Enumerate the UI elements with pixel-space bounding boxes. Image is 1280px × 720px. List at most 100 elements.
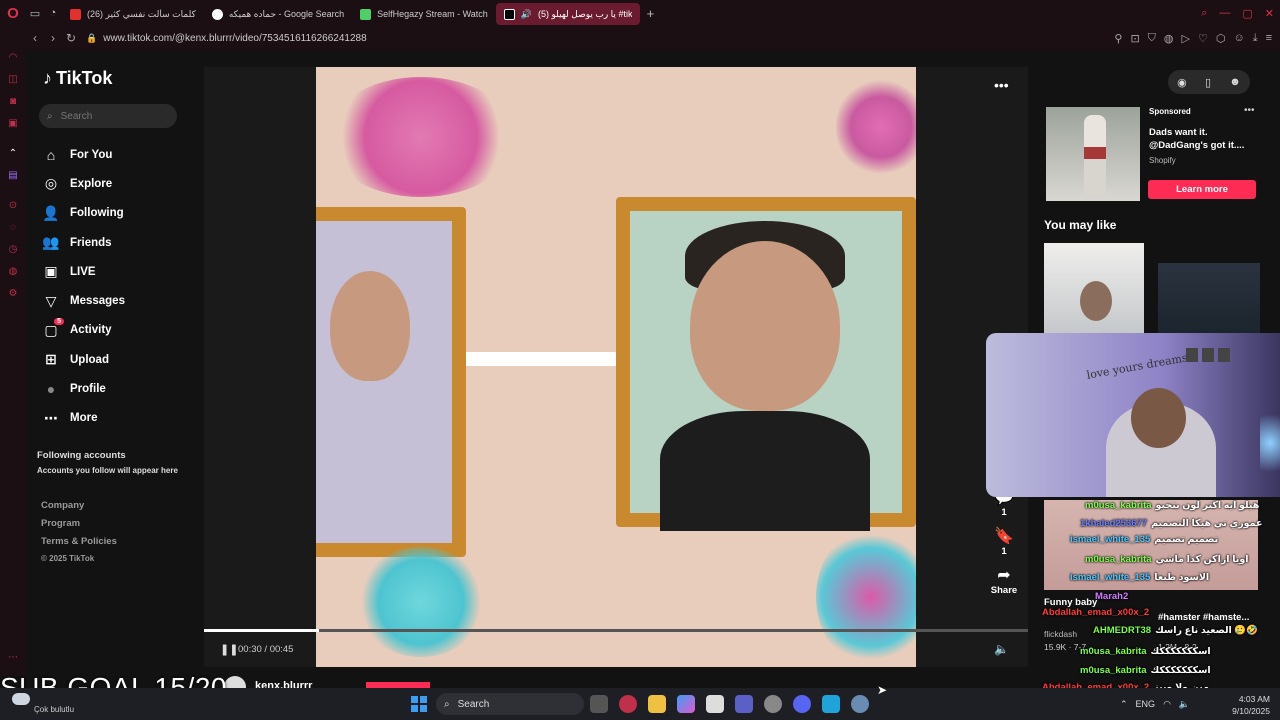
twitch-sidebar-icon[interactable]: ▤ [0, 164, 26, 186]
search-box[interactable]: ⌕ [39, 104, 177, 128]
device-icon[interactable]: ▯ [1205, 76, 1211, 89]
menu-icon[interactable]: ≡ [1266, 32, 1272, 44]
settings-icon[interactable]: ⚙ [0, 282, 26, 304]
speaker-icon[interactable]: 🔊 [521, 9, 532, 20]
nav-item-friends[interactable]: 👥 Friends [42, 228, 125, 257]
download-icon[interactable]: ⤓ [1253, 32, 1258, 45]
more-side-icon[interactable]: ⋯ [0, 646, 26, 668]
player-icon[interactable]: ⊙ [0, 194, 26, 216]
pin-icon[interactable]: ⚲ [1114, 32, 1122, 45]
nav-label: Activity [70, 324, 112, 337]
snapshot-icon[interactable]: ⊡ [1130, 32, 1139, 45]
more-options-icon[interactable]: ••• [994, 77, 1009, 93]
chat-username: ismael_white_135 [1070, 572, 1151, 583]
footer-link-company[interactable]: Company [41, 500, 117, 518]
share-button[interactable]: ➦ Share [984, 565, 1024, 596]
back-icon[interactable]: ‹ [26, 31, 44, 45]
fiverr-icon[interactable] [822, 695, 840, 713]
downloads-side-icon[interactable]: ◍ [0, 260, 26, 282]
nav-item-messages[interactable]: ▽ Messages [42, 286, 125, 315]
new-tab-button[interactable]: + [640, 6, 660, 21]
nav-item-explore[interactable]: ◎ Explore [42, 169, 125, 198]
forward-icon[interactable]: › [44, 31, 62, 45]
tab-youtube[interactable]: (26) كلمات سألت نفسي كثير [62, 3, 204, 25]
nav-item-more[interactable]: ⋯ More [42, 404, 125, 433]
user-avatar-icon[interactable]: ☻ [1229, 76, 1241, 88]
discord-icon[interactable] [793, 695, 811, 713]
footer-link-terms[interactable]: Terms & Policies [41, 536, 117, 554]
bag-icon[interactable]: ◫ [0, 68, 26, 90]
url-field[interactable]: 🔒 www.tiktok.com/@kenx.blurrr/video/7534… [86, 33, 367, 44]
shield-icon[interactable]: ⛉ [1148, 32, 1156, 45]
taskbar-search[interactable]: ⌕ Search [436, 693, 584, 715]
pinboard-icon[interactable]: ◌ [0, 216, 26, 238]
nav-item-live[interactable]: ▣ LIVE [42, 257, 125, 286]
url-text: www.tiktok.com/@kenx.blurrr/video/753451… [103, 32, 367, 44]
cloud-icon[interactable] [12, 693, 30, 705]
close-icon[interactable]: ✕ [1265, 7, 1274, 20]
history-side-icon[interactable]: ◷ [0, 238, 26, 260]
play-icon[interactable]: ▷ [1182, 32, 1190, 45]
nav-item-profile[interactable]: ● Profile [42, 374, 125, 403]
search-input[interactable] [60, 110, 161, 122]
pause-icon[interactable]: ❚❚ [220, 643, 238, 656]
wall-frames [1186, 348, 1236, 378]
aria-icon[interactable]: ◠ [0, 46, 26, 68]
store-icon[interactable] [706, 695, 724, 713]
clock[interactable]: 4:03 AM 9/10/2025 [1228, 693, 1270, 717]
ad-title[interactable]: Dads want it. @DadGang's got it.... [1149, 126, 1257, 152]
nav-item-activity[interactable]: ▢ 5 Activity [42, 316, 125, 345]
copilot-icon[interactable] [677, 695, 695, 713]
opera-logo-icon[interactable]: O [0, 0, 26, 26]
footer-link-program[interactable]: Program [41, 518, 117, 536]
learn-more-button[interactable]: Learn more [1148, 180, 1256, 199]
vpn-icon[interactable]: ◍ [1164, 32, 1174, 45]
video-player[interactable]: ••• 💬 1 🔖 1 ➦ Share ❚❚ 00:30 / 00:45 🔈 [204, 67, 1028, 667]
ad-thumbnail[interactable] [1046, 107, 1140, 201]
ad-more-icon[interactable]: ••• [1244, 105, 1255, 116]
coins-icon[interactable]: ◉ [1177, 76, 1187, 89]
bookmark-button[interactable]: 🔖 1 [984, 526, 1024, 557]
tiktok-logo[interactable]: ♪ TikTok [43, 68, 112, 89]
settings-taskbar-icon[interactable] [851, 695, 869, 713]
windows-start-icon[interactable] [411, 696, 427, 712]
teams-icon[interactable] [735, 695, 753, 713]
mouse-cursor: ➤ [877, 683, 888, 697]
history-icon[interactable]: ◔ [44, 0, 62, 26]
volume-tray-icon[interactable]: 🔈 [1179, 699, 1190, 710]
tab-tiktok-active[interactable]: 🔊 (5) يا رب يوصل لهيلو #tik [495, 3, 641, 25]
minimize-icon[interactable]: — [1219, 7, 1230, 19]
address-bar-tools: ⚲ ⊡ ⛉ ◍ ▷ ♡ ⬡ ☺ ⤓ ≡ [1114, 26, 1272, 50]
nav-item-following[interactable]: 👤 Following [42, 199, 125, 228]
extensions-icon[interactable]: ⬡ [1216, 32, 1226, 45]
recommend-thumb-1[interactable] [1044, 243, 1144, 333]
maximize-icon[interactable]: ▢ [1242, 7, 1252, 20]
search-tabs-icon[interactable]: ⌕ [1201, 7, 1207, 20]
youtube-favicon-icon [70, 8, 81, 20]
instagram-icon[interactable]: ▣ [0, 112, 26, 134]
tab-kick-stream[interactable]: SelfHegazy Stream - Watch [352, 3, 496, 25]
tiktok-sidebar-icon[interactable]: ⌃ [0, 142, 26, 164]
task-view-icon[interactable] [590, 695, 608, 713]
progress-bar[interactable] [204, 629, 1028, 632]
volume-icon[interactable]: 🔈 [994, 642, 1009, 656]
language-indicator[interactable]: ENG [1136, 699, 1156, 709]
heart-icon[interactable]: ♡ [1198, 32, 1208, 45]
messenger-icon[interactable]: ◙ [0, 90, 26, 112]
recommend-thumb-2[interactable] [1158, 263, 1260, 333]
windows-taskbar: Çok bulutlu ⌕ Search ⌃ ENG ◠ 🔈 4:03 AM 9… [0, 688, 1280, 720]
video-frame[interactable] [316, 67, 916, 667]
comment-count: 1 [1001, 507, 1007, 518]
file-explorer-icon[interactable] [648, 695, 666, 713]
nav-item-upload[interactable]: ⊞ Upload [42, 345, 125, 374]
opera-taskbar-icon[interactable] [619, 695, 637, 713]
weather-text[interactable]: Çok bulutlu [34, 705, 74, 714]
reload-icon[interactable]: ↻ [62, 31, 80, 45]
tab-manager-icon[interactable]: ▭ [26, 0, 44, 26]
account-icon[interactable]: ☺ [1233, 32, 1244, 44]
tab-google[interactable]: حماده هميكه - Google Search [204, 3, 352, 25]
chrome-icon[interactable] [764, 695, 782, 713]
wifi-icon[interactable]: ◠ [1163, 699, 1171, 710]
chevron-up-icon[interactable]: ⌃ [1120, 699, 1128, 710]
nav-item-for-you[interactable]: ⌂ For You [42, 140, 125, 169]
